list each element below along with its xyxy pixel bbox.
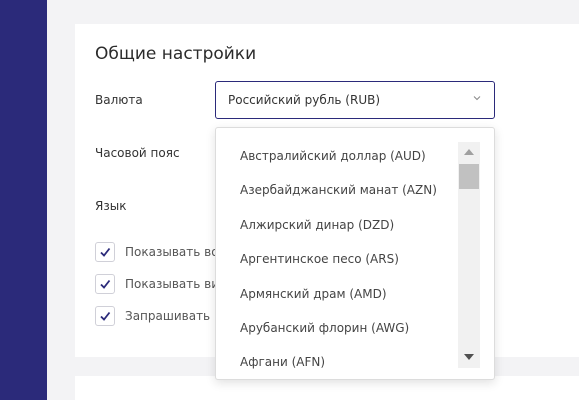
chevron-down-icon (473, 96, 481, 101)
checkbox-show-age[interactable] (95, 242, 115, 262)
check-icon (100, 247, 111, 257)
language-label: Язык (95, 199, 127, 213)
checkbox-label: Запрашивать ре (125, 309, 215, 323)
currency-select-value: Российский рубль (RUB) (228, 93, 381, 107)
dropdown-option[interactable]: Афгани (AFN) (240, 355, 325, 369)
arrow-up-icon[interactable] (463, 147, 475, 157)
scrollbar-thumb[interactable] (459, 164, 479, 189)
arrow-down-icon[interactable] (463, 352, 475, 362)
dropdown-scrollbar[interactable] (458, 142, 480, 368)
currency-label: Валюта (95, 93, 143, 107)
page-title: Общие настройки (95, 44, 257, 64)
check-icon (100, 279, 111, 289)
check-icon (100, 311, 111, 321)
currency-select[interactable]: Российский рубль (RUB) (215, 81, 495, 119)
checkbox-request[interactable] (95, 306, 115, 326)
timezone-label: Часовой пояс (95, 146, 180, 160)
dropdown-option[interactable]: Армянский драм (AMD) (240, 287, 387, 301)
checkbox-label: Показывать вид (125, 277, 215, 291)
dropdown-option[interactable]: Алжирский динар (DZD) (240, 218, 394, 232)
dropdown-option[interactable]: Аргентинское песо (ARS) (240, 252, 399, 266)
currency-dropdown-list[interactable]: Австралийский доллар (AUD) Азербайджанск… (215, 127, 495, 380)
checkbox-show-view[interactable] (95, 274, 115, 294)
dropdown-option[interactable]: Арубанский флорин (AWG) (240, 321, 409, 335)
dropdown-option[interactable]: Австралийский доллар (AUD) (240, 149, 426, 163)
sidebar (0, 0, 47, 400)
checkbox-label: Показывать возраст (125, 245, 215, 259)
dropdown-option[interactable]: Азербайджанский манат (AZN) (240, 183, 437, 197)
